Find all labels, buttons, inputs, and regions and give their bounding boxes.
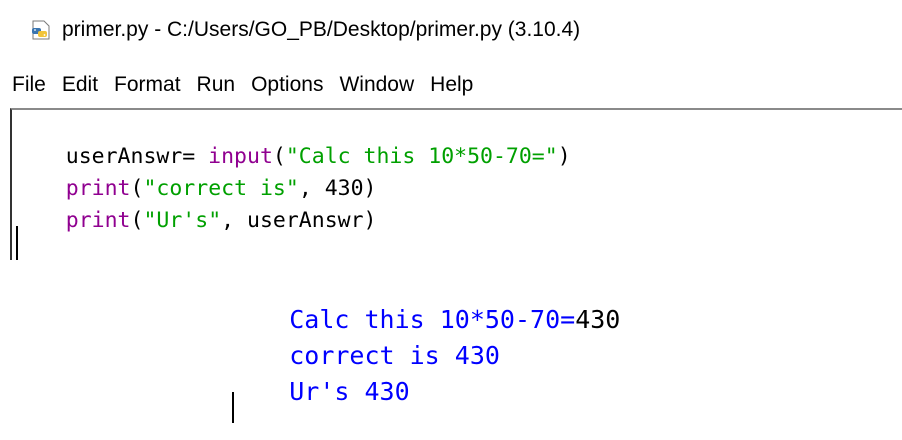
menu-file[interactable]: File	[12, 73, 46, 97]
code-token: (	[130, 208, 144, 233]
code-token: )	[557, 144, 571, 169]
menu-bar: File Edit Format Run Options Window Help	[0, 62, 902, 108]
menu-help[interactable]: Help	[430, 73, 473, 97]
shell-text-cursor	[232, 392, 234, 423]
code-editor[interactable]: userAnswr= input("Calc this 10*50-70=") …	[10, 108, 902, 260]
code-token: "Ur's"	[143, 208, 222, 233]
menu-format[interactable]: Format	[114, 73, 181, 97]
shell-output[interactable]: Calc this 10*50-70=430 correct is 430 Ur…	[0, 262, 902, 423]
title-bar: primer.py - C:/Users/GO_PB/Desktop/prime…	[0, 0, 902, 60]
menu-options[interactable]: Options	[251, 73, 323, 97]
menu-run[interactable]: Run	[197, 73, 236, 97]
shell-token: 430	[575, 305, 621, 334]
menu-edit[interactable]: Edit	[62, 73, 98, 97]
code-token: , userAnswr)	[221, 208, 377, 233]
window-title: primer.py - C:/Users/GO_PB/Desktop/prime…	[62, 18, 581, 41]
shell-line: Ur's 430	[229, 344, 410, 440]
code-line[interactable]: print("Ur's", userAnswr)	[14, 179, 377, 263]
editor-text-cursor	[16, 226, 18, 260]
python-file-icon	[30, 19, 52, 41]
code-token: print	[65, 208, 131, 233]
menu-window[interactable]: Window	[339, 73, 414, 97]
shell-token: Ur's 430	[289, 377, 410, 406]
